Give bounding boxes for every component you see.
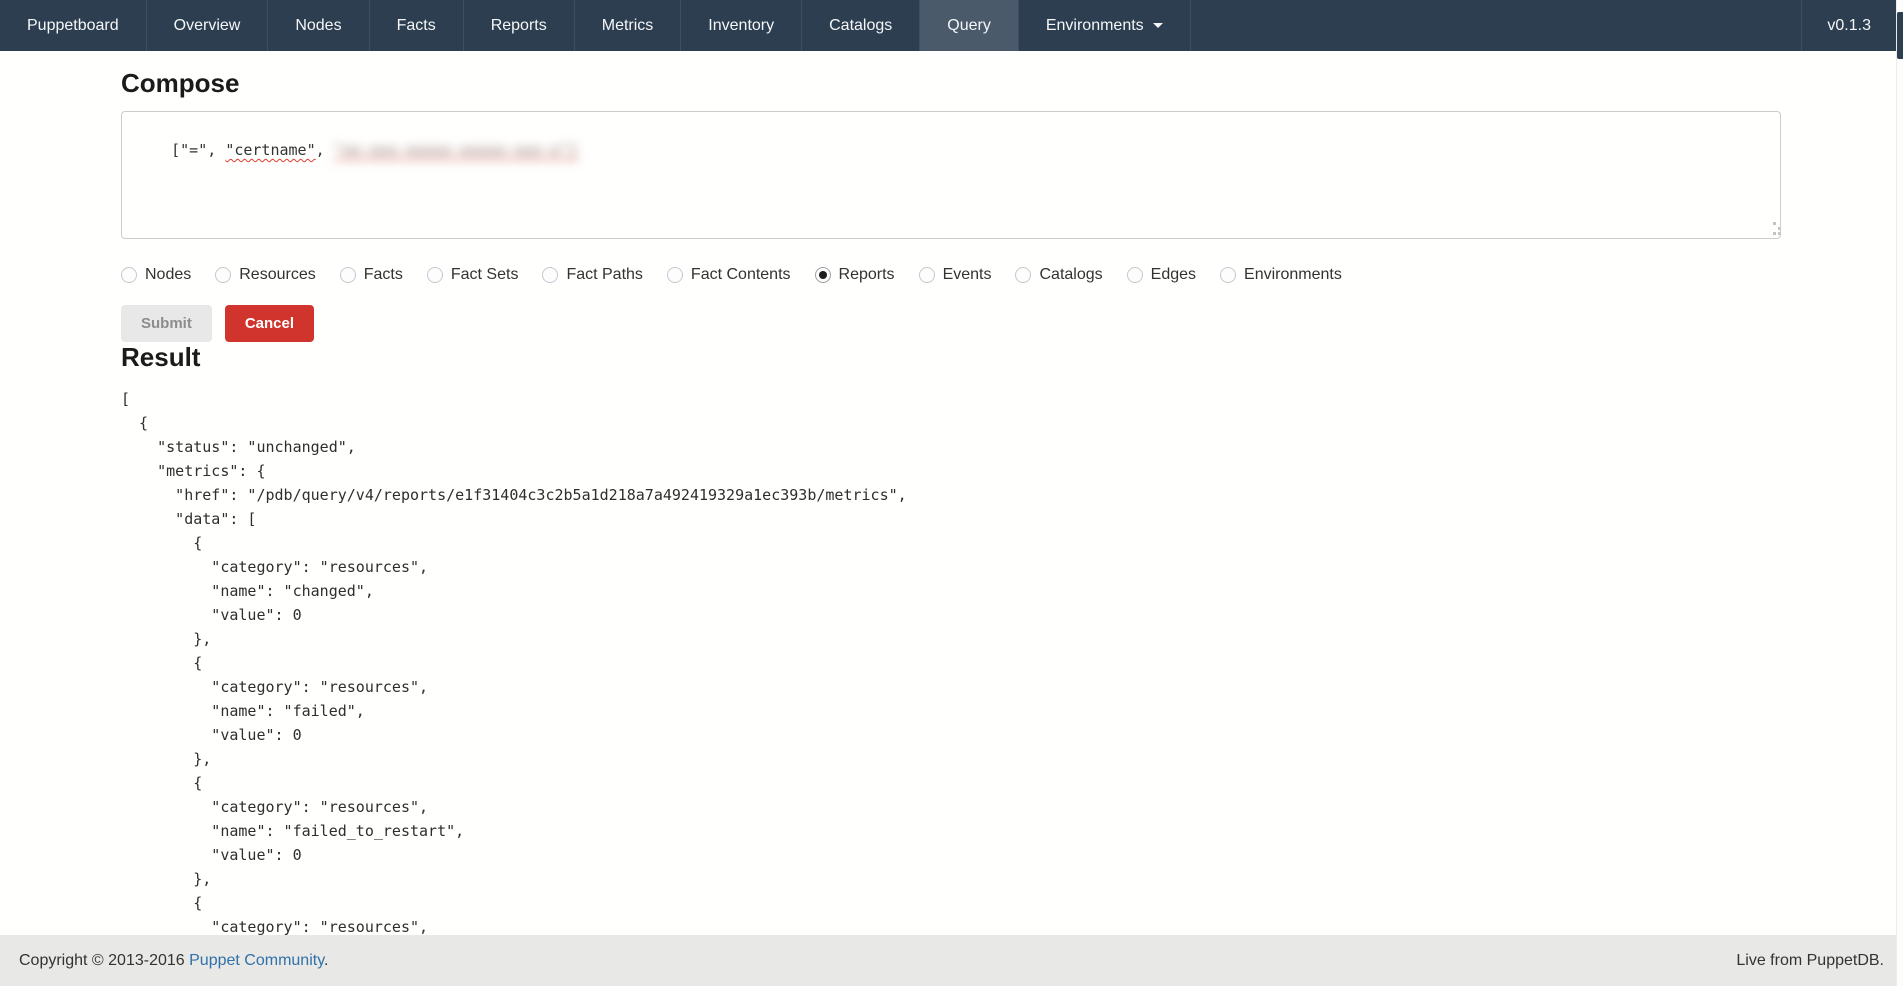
footer-copyright: Copyright © 2013-2016 Puppet Community. bbox=[19, 952, 328, 970]
endpoint-radio-label[interactable]: Fact Paths bbox=[566, 266, 642, 284]
footer-live-status: Live from PuppetDB. bbox=[1736, 952, 1884, 970]
endpoint-option-fact-contents[interactable]: Fact Contents bbox=[667, 266, 791, 284]
endpoint-radio-row: Nodes Resources Facts Fact Sets Fact Paths Fa… bbox=[121, 266, 1781, 284]
nav-item-environments[interactable]: Environments bbox=[1019, 0, 1191, 51]
query-text-certname: "certname" bbox=[225, 141, 315, 159]
endpoint-radio[interactable] bbox=[1220, 267, 1236, 283]
version-label: v0.1.3 bbox=[1827, 17, 1871, 35]
nav-item-facts[interactable]: Facts bbox=[370, 0, 464, 51]
endpoint-option-nodes[interactable]: Nodes bbox=[121, 266, 191, 284]
result-json: [ { "status": "unchanged", "metrics": { … bbox=[121, 387, 1781, 939]
endpoint-radio-label[interactable]: Events bbox=[943, 266, 992, 284]
footer: Copyright © 2013-2016 Puppet Community. … bbox=[0, 935, 1903, 986]
puppet-community-link[interactable]: Puppet Community bbox=[189, 952, 324, 969]
nav-item-overview[interactable]: Overview bbox=[147, 0, 269, 51]
endpoint-option-reports[interactable]: Reports bbox=[815, 266, 895, 284]
footer-copyright-prefix: Copyright © 2013-2016 bbox=[19, 952, 189, 969]
endpoint-option-fact-paths[interactable]: Fact Paths bbox=[542, 266, 642, 284]
endpoint-radio-label[interactable]: Environments bbox=[1244, 266, 1342, 284]
query-text-redacted: "xx-xxx-xxxxx-xxxxx-xxx-x"] bbox=[334, 141, 578, 159]
endpoint-radio[interactable] bbox=[1015, 267, 1031, 283]
endpoint-radio[interactable] bbox=[121, 267, 137, 283]
endpoint-radio-label[interactable]: Resources bbox=[239, 266, 315, 284]
endpoint-radio[interactable] bbox=[667, 267, 683, 283]
navbar-brand[interactable]: Puppetboard bbox=[0, 0, 147, 51]
endpoint-radio[interactable] bbox=[1127, 267, 1143, 283]
query-text-separator: , bbox=[316, 141, 334, 159]
endpoint-radio-label[interactable]: Edges bbox=[1151, 266, 1196, 284]
query-text-prefix: ["=", bbox=[171, 141, 225, 159]
endpoint-option-catalogs[interactable]: Catalogs bbox=[1015, 266, 1102, 284]
endpoint-radio[interactable] bbox=[427, 267, 443, 283]
nav-item-label: Inventory bbox=[708, 17, 774, 35]
nav-item-label: Metrics bbox=[602, 17, 654, 35]
cancel-button[interactable]: Cancel bbox=[225, 305, 314, 342]
nav-item-reports[interactable]: Reports bbox=[464, 0, 575, 51]
compose-heading: Compose bbox=[121, 68, 1781, 99]
navbar-brand-label: Puppetboard bbox=[27, 17, 119, 35]
action-buttons: Submit Cancel bbox=[121, 305, 1781, 342]
scrollbar-track[interactable] bbox=[1896, 0, 1903, 986]
endpoint-radio[interactable] bbox=[340, 267, 356, 283]
top-navbar: Puppetboard Overview Nodes Facts Reports Met… bbox=[0, 0, 1903, 51]
endpoint-radio-label[interactable]: Nodes bbox=[145, 266, 191, 284]
endpoint-radio[interactable] bbox=[919, 267, 935, 283]
nav-item-metrics[interactable]: Metrics bbox=[575, 0, 682, 51]
navbar-spacer bbox=[1191, 0, 1802, 51]
endpoint-radio-label[interactable]: Fact Sets bbox=[451, 266, 519, 284]
nav-item-inventory[interactable]: Inventory bbox=[681, 0, 802, 51]
query-input[interactable]: ["=", "certname", "xx-xxx-xxxxx-xxxxx-xx… bbox=[121, 111, 1781, 239]
nav-item-query[interactable]: Query bbox=[920, 0, 1019, 51]
endpoint-radio[interactable] bbox=[542, 267, 558, 283]
endpoint-radio-label[interactable]: Reports bbox=[839, 266, 895, 284]
endpoint-option-facts[interactable]: Facts bbox=[340, 266, 403, 284]
endpoint-radio[interactable] bbox=[815, 267, 831, 283]
endpoint-radio[interactable] bbox=[215, 267, 231, 283]
endpoint-radio-label[interactable]: Catalogs bbox=[1039, 266, 1102, 284]
endpoint-option-events[interactable]: Events bbox=[919, 266, 992, 284]
nav-item-label: Facts bbox=[397, 17, 436, 35]
navbar-items: Overview Nodes Facts Reports Metrics Inventor… bbox=[147, 0, 1191, 51]
submit-button[interactable]: Submit bbox=[121, 305, 212, 342]
main-content: Compose ["=", "certname", "xx-xxx-xxxxx-… bbox=[121, 51, 1781, 939]
endpoint-option-resources[interactable]: Resources bbox=[215, 266, 315, 284]
endpoint-option-environments[interactable]: Environments bbox=[1220, 266, 1342, 284]
version-badge: v0.1.3 bbox=[1801, 0, 1896, 51]
nav-item-nodes[interactable]: Nodes bbox=[268, 0, 369, 51]
endpoint-radio-label[interactable]: Fact Contents bbox=[691, 266, 791, 284]
scrollbar-thumb[interactable] bbox=[1897, 12, 1903, 59]
result-heading: Result bbox=[121, 342, 1781, 373]
nav-item-label: Catalogs bbox=[829, 17, 892, 35]
nav-item-label: Reports bbox=[491, 17, 547, 35]
nav-item-label: Overview bbox=[174, 17, 241, 35]
nav-item-label: Nodes bbox=[295, 17, 341, 35]
chevron-down-icon bbox=[1153, 23, 1163, 28]
endpoint-option-fact-sets[interactable]: Fact Sets bbox=[427, 266, 519, 284]
endpoint-radio-label[interactable]: Facts bbox=[364, 266, 403, 284]
textarea-resize-grip[interactable] bbox=[1763, 221, 1777, 235]
nav-item-label: Query bbox=[947, 17, 991, 35]
footer-copyright-suffix: . bbox=[324, 952, 328, 969]
endpoint-option-edges[interactable]: Edges bbox=[1127, 266, 1196, 284]
nav-item-catalogs[interactable]: Catalogs bbox=[802, 0, 920, 51]
nav-item-label: Environments bbox=[1046, 17, 1144, 35]
